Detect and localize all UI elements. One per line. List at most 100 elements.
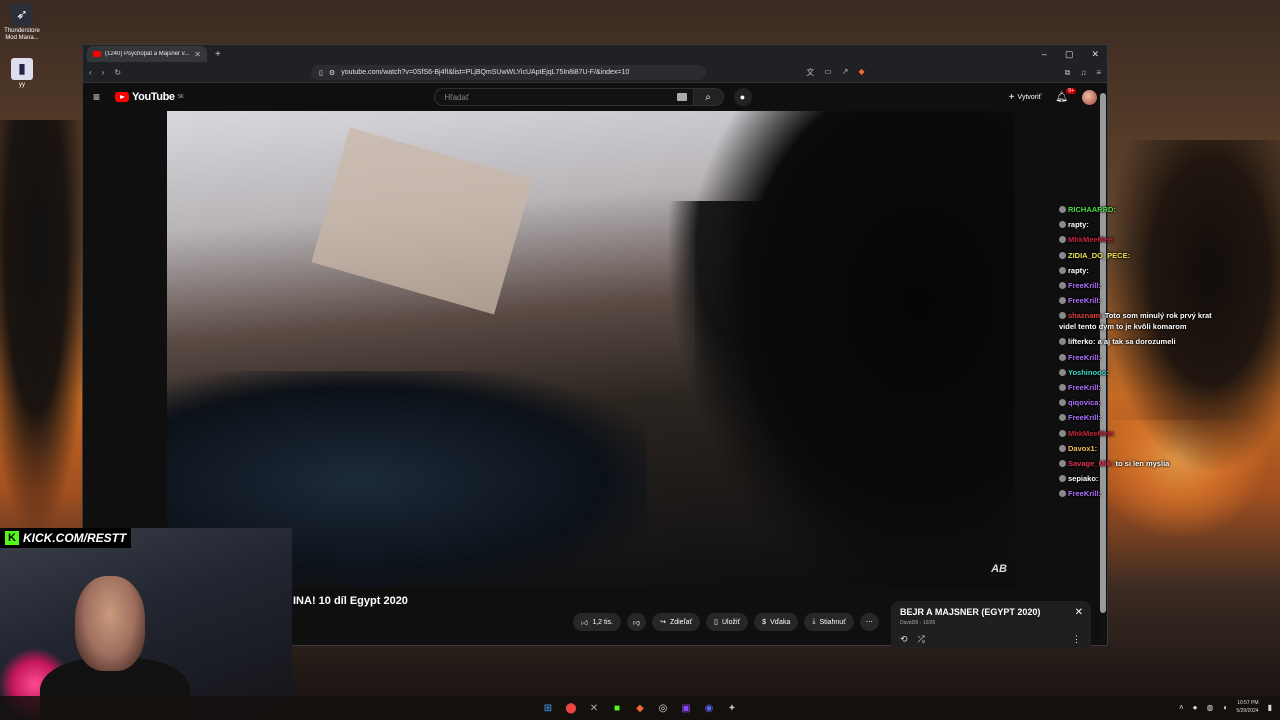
hamburger-menu-icon[interactable]: ≡ xyxy=(93,90,115,104)
chat-message: Savage_Mik: to si len myslia xyxy=(1059,456,1229,471)
taskbar: ⊞ ⬤ ✕ ■ ◆ ◎ ▣ ◉ ✦ ˄ ● ◍ ◖ 10:57 PM 5/29/… xyxy=(0,696,1280,720)
like-button[interactable]: 👍︎ 1,2 tis. xyxy=(573,613,621,631)
share-button[interactable]: ↪ Zdieľať xyxy=(652,613,701,631)
avatar[interactable] xyxy=(1082,89,1097,105)
video-player[interactable]: AB xyxy=(167,111,1015,587)
chat-username: rapty: xyxy=(1068,220,1089,230)
chat-message: FreeKrill: xyxy=(1059,410,1229,425)
create-button[interactable]: + Vytvoriť xyxy=(1009,92,1042,103)
dislike-button[interactable]: 👎︎ xyxy=(626,613,647,631)
plus-icon: + xyxy=(1008,91,1015,103)
thanks-button[interactable]: $ Vďaka xyxy=(754,613,799,631)
start-icon[interactable]: ⊞ xyxy=(541,701,555,715)
minimize-icon[interactable]: – xyxy=(1042,49,1047,60)
close-playlist-icon[interactable]: ✕ xyxy=(1075,607,1083,618)
desktop-icon-file[interactable]: ▮ yy xyxy=(2,58,42,89)
chat-message: shaznam: Toto som minulý rok prvý krat v… xyxy=(1059,310,1229,332)
close-tab-icon[interactable]: ✕ xyxy=(194,50,201,59)
xbox-app-icon[interactable]: ✕ xyxy=(587,701,601,715)
more-actions-button[interactable]: ⋯ xyxy=(859,613,879,631)
shuffle-icon[interactable]: ⤮ xyxy=(918,634,925,645)
music-icon[interactable]: ♫ xyxy=(1080,68,1086,78)
back-icon[interactable]: ‹ xyxy=(89,68,92,77)
translate-icon[interactable]: 文 xyxy=(806,67,814,78)
like-count: 1,2 tis. xyxy=(592,618,613,626)
save-button[interactable]: ▯ Uložiť xyxy=(706,613,749,631)
tray-chevron-icon[interactable]: ˄ xyxy=(1179,703,1184,712)
thunderstore-icon: ➶ xyxy=(11,4,33,26)
forward-icon[interactable]: › xyxy=(102,68,105,77)
browser-tab[interactable]: (1240) Psychopat a Majsner v... ✕ xyxy=(87,46,207,62)
reload-icon[interactable]: ↻ xyxy=(114,68,121,77)
download-icon: ⤓ xyxy=(812,618,816,625)
volume-icon[interactable]: ◖ xyxy=(1223,703,1228,712)
mic-tray-icon[interactable]: ● xyxy=(1193,703,1198,712)
desktop-icon-thunderstore[interactable]: ➶ Thunderstore Mod Mana... xyxy=(2,4,42,41)
address-bar-row: ‹ › ↻ ▯ ⚙ youtube.com/watch?v=0SfS6-Bj4f… xyxy=(83,63,1107,83)
keyboard-icon[interactable] xyxy=(676,93,687,101)
share-arrow-icon: ↪ xyxy=(660,619,666,626)
video-frame-building xyxy=(311,127,533,315)
notification-center-icon[interactable]: ▮ xyxy=(1268,703,1272,712)
chat-badge-icon xyxy=(1059,414,1066,422)
playlist-title: BEJR A MAJSNER (EGYPT 2020) xyxy=(900,607,1041,617)
maximize-icon[interactable]: ▢ xyxy=(1065,49,1074,60)
brave-app-icon[interactable]: ◆ xyxy=(633,701,647,715)
chat-username: FreeKrill: xyxy=(1068,413,1101,423)
network-icon[interactable]: ◍ xyxy=(1207,703,1214,712)
new-tab-icon[interactable]: + xyxy=(215,49,221,60)
clock[interactable]: 10:57 PM 5/29/2024 xyxy=(1236,699,1258,715)
thanks-icon: $ xyxy=(762,618,767,626)
chat-badge-icon xyxy=(1059,384,1066,392)
share-icon[interactable]: ↗ xyxy=(842,67,849,78)
video-frame-shadow xyxy=(695,111,1015,587)
youtube-logo[interactable]: YouTube SK xyxy=(115,91,184,103)
chat-badge-icon xyxy=(1059,297,1066,305)
site-info-icon[interactable]: ⚙ xyxy=(329,69,335,77)
save-label: Uložiť xyxy=(721,618,741,626)
chat-username: MhkMeeMee: xyxy=(1068,428,1115,438)
loop-icon[interactable]: ⟲ xyxy=(900,634,908,645)
url-field[interactable]: ▯ ⚙ youtube.com/watch?v=0SfS6-Bj4fI&list… xyxy=(311,65,707,80)
obs-app-icon[interactable]: ◎ xyxy=(656,701,670,715)
kick-app-icon[interactable]: ■ xyxy=(610,701,624,715)
chat-username: FreeKrill: xyxy=(1068,352,1101,362)
voice-search-button[interactable]: ● xyxy=(733,88,752,106)
browser-menu-icon[interactable]: ≡ xyxy=(1096,68,1101,78)
chat-text: a aj tak sa dorozumeli xyxy=(1097,337,1176,347)
playlist-panel[interactable]: BEJR A MAJSNER (EGYPT 2020) David35 - 10… xyxy=(891,601,1091,647)
stream-chat-overlay: RICHAARRD: rapty: MhkMeeMee: ZIDIA_DO_PE… xyxy=(1059,202,1229,502)
chat-username: shaznam: xyxy=(1068,311,1103,321)
search-input[interactable]: Hľadať xyxy=(433,88,694,106)
discord-app-icon[interactable]: ◉ xyxy=(702,701,716,715)
chat-message: MhkMeeMee: xyxy=(1059,232,1229,247)
chat-message: qiqovica: xyxy=(1059,395,1229,410)
bookmark-icon[interactable]: ▯ xyxy=(319,69,323,77)
playlist-more-icon[interactable]: ⋮ xyxy=(1072,634,1081,645)
chat-username: Yoshinooo: xyxy=(1068,367,1109,377)
chat-username: FreeKrill: xyxy=(1068,489,1101,499)
twitch-app-icon[interactable]: ▣ xyxy=(679,701,693,715)
chat-message: ZIDIA_DO_PECE: xyxy=(1059,248,1229,263)
chat-message: FreeKrill: xyxy=(1059,293,1229,308)
youtube-region: SK xyxy=(177,94,184,100)
search-button[interactable]: ⌕ xyxy=(693,88,724,106)
chat-username: ZIDIA_DO_PECE: xyxy=(1068,250,1131,260)
extensions-icon[interactable]: ⧉ xyxy=(1065,68,1071,78)
maps-app-icon[interactable]: ⬤ xyxy=(564,701,578,715)
chat-badge-icon xyxy=(1059,221,1066,229)
chat-badge-icon xyxy=(1059,444,1066,452)
download-button[interactable]: ⤓ Stiahnuť xyxy=(804,613,854,631)
brave-shield-icon[interactable]: ◆ xyxy=(858,67,864,78)
notifications-button[interactable]: 🔔︎ 9+ xyxy=(1055,87,1076,103)
chat-badge-icon xyxy=(1059,266,1066,274)
file-icon: ▮ xyxy=(11,58,33,80)
chat-message: rapty: xyxy=(1059,263,1229,278)
steam-app-icon[interactable]: ✦ xyxy=(725,701,739,715)
media-icon[interactable]: ▭ xyxy=(824,67,832,78)
chat-username: qiqovica: xyxy=(1068,398,1101,408)
youtube-favicon-icon xyxy=(93,51,101,57)
youtube-header: ≡ YouTube SK Hľadať ⌕ ● + Vytvoriť 🔔︎ 9+ xyxy=(83,83,1107,111)
close-window-icon[interactable]: ✕ xyxy=(1091,49,1099,60)
chat-message: Yoshinooo: xyxy=(1059,365,1229,380)
